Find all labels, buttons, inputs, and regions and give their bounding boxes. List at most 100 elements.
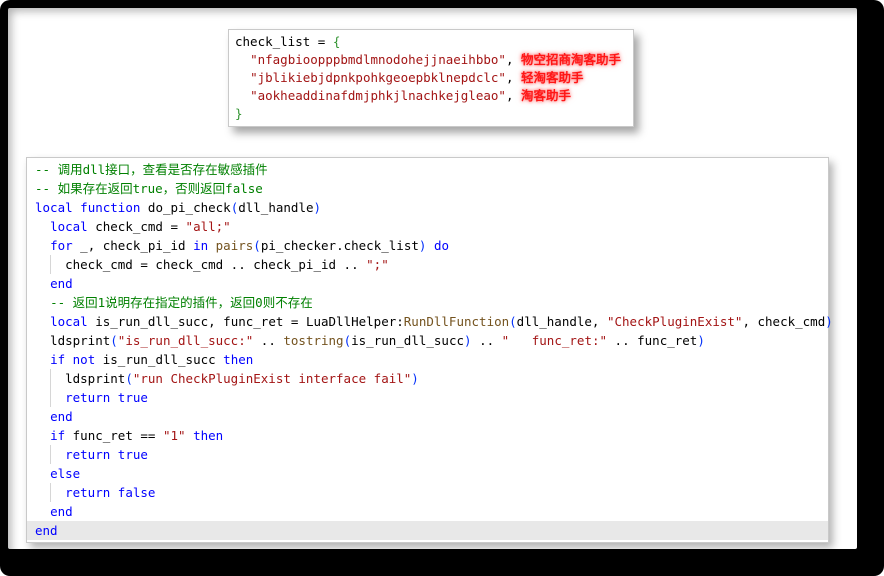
code-token-kw: return [65, 485, 111, 500]
code-token-com: -- 如果存在返回true，否则返回false [35, 181, 263, 196]
code-line: "nfagbioopppbmdlmnodohejjnaeihbbo", 物空招商… [235, 51, 627, 69]
code-token-paren: ) [697, 333, 705, 348]
code-token-brace: } [235, 106, 243, 121]
code-token-str: "aokheaddinafdmjphkjlnachkejgleao" [250, 88, 506, 103]
code-token-kw: true [117, 447, 148, 462]
code-line: local is_run_dll_succ, func_ret = LuaDll… [27, 312, 833, 331]
code-token-str: " func_ret:" [501, 333, 608, 348]
code-line: for _, check_pi_id in pairs(pi_checker.c… [27, 236, 828, 255]
code-token-ann: 轻淘客助手 [521, 70, 584, 85]
code-token-plain: pi_checker.check_list [260, 238, 419, 253]
code-line: -- 返回1说明存在指定的插件，返回0则不存在 [27, 293, 828, 312]
code-token-plain: , [505, 70, 521, 85]
code-token-kw: end [50, 409, 73, 424]
code-line: "aokheaddinafdmjphkjlnachkejgleao", 淘客助手 [235, 87, 627, 105]
code-line: else [27, 464, 828, 483]
code-token-plain: do_pi_check [140, 200, 231, 215]
code-line: if func_ret == "1" then [27, 426, 828, 445]
code-token-com: -- 返回1说明存在指定的插件，返回0则不存在 [50, 295, 313, 310]
indent-guide [50, 369, 52, 388]
check-list-snippet-panel: check_list = { "nfagbioopppbmdlmnodohejj… [228, 29, 634, 127]
code-line: "jblikiebjdpnkpohkgeoepbklnepdclc", 轻淘客助… [235, 69, 627, 87]
code-token-plain: , check_cmd [742, 314, 826, 329]
indent-guide [50, 388, 52, 407]
code-line: } [235, 105, 627, 123]
code-token-kw: if [50, 428, 66, 443]
code-token-str: "nfagbioopppbmdlmnodohejjnaeihbbo" [250, 52, 506, 67]
code-token-str: ";" [366, 257, 389, 272]
code-token-kw: end [35, 523, 58, 538]
code-token-plain: is_run_dll_succ [351, 333, 465, 348]
code-token-plain: dll_handle, [516, 314, 607, 329]
code-line: end [27, 502, 828, 521]
code-token-plain: check_cmd = check_cmd .. check_pi_id .. [35, 257, 367, 272]
code-token-kw: for [50, 238, 73, 253]
code-token-kw: if [50, 352, 66, 367]
code-line: -- 调用dll接口，查看是否存在敏感插件 [27, 160, 828, 179]
code-token-kw: false [117, 485, 156, 500]
code-line: check_cmd = check_cmd .. check_pi_id .. … [27, 255, 828, 274]
code-token-paren: ) [825, 314, 833, 329]
code-token-plain: check_cmd = [87, 219, 186, 234]
code-token-paren: ) [464, 333, 472, 348]
code-line: local function do_pi_check(dll_handle) [27, 198, 828, 217]
code-token-kw: true [117, 390, 148, 405]
code-token-kw: local [50, 314, 88, 329]
code-token-kw: then [193, 428, 224, 443]
code-token-str: "all;" [185, 219, 231, 234]
code-token-kw: end [50, 276, 73, 291]
code-token-kw: function [80, 200, 141, 215]
code-token-brace: { [332, 34, 341, 49]
code-token-plain: _, check_pi_id [72, 238, 194, 253]
code-line: end [27, 521, 828, 540]
code-line: if not is_run_dll_succ then [27, 350, 828, 369]
code-token-str: "run CheckPluginExist interface fail" [132, 371, 412, 386]
code-token-paren: ) [313, 200, 322, 215]
code-token-kw: else [50, 466, 81, 481]
code-token-com: -- 调用dll接口，查看是否存在敏感插件 [35, 162, 268, 177]
code-token-paren: ( [125, 371, 133, 386]
code-token-kw: then [223, 352, 254, 367]
code-line: ldsprint("is_run_dll_succ:" .. tostring(… [27, 331, 828, 350]
code-token-kw: in [193, 238, 209, 253]
code-token-plain: check_list = [235, 34, 333, 49]
code-token-paren: ( [509, 314, 517, 329]
code-token-paren: ( [253, 238, 261, 253]
lua-code-panel: -- 调用dll接口，查看是否存在敏感插件 -- 如果存在返回true，否则返回f… [26, 157, 833, 543]
code-token-kw: end [50, 504, 73, 519]
code-token-kw: return [65, 447, 111, 462]
code-line: return true [27, 388, 828, 407]
code-token-ann: 物空招商淘客助手 [521, 52, 622, 67]
code-token-plain: .. func_ret [607, 333, 698, 348]
code-token-plain: dll_handle [238, 200, 314, 215]
screenshot-frame: check_list = { "nfagbioopppbmdlmnodohejj… [0, 0, 884, 576]
indent-guide [50, 483, 52, 502]
code-token-kw: local [50, 219, 88, 234]
code-token-kw: do [433, 238, 449, 253]
code-token-plain: , [505, 88, 521, 103]
code-token-str: "1" [162, 428, 186, 443]
code-line: check_list = { [235, 33, 627, 51]
page-background: check_list = { "nfagbioopppbmdlmnodohejj… [8, 8, 857, 549]
code-line: -- 如果存在返回true，否则返回false [27, 179, 828, 198]
code-line: end [27, 274, 828, 293]
code-token-str: "CheckPluginExist" [606, 314, 743, 329]
code-token-kw: not [72, 352, 96, 367]
code-line: return true [27, 445, 828, 464]
code-token-ann: 淘客助手 [521, 88, 572, 103]
indent-guide [50, 445, 52, 464]
